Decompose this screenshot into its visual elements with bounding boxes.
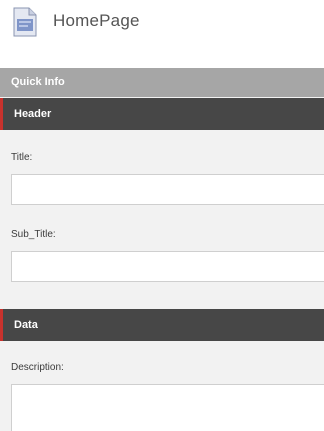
item-titlebar: HomePage xyxy=(0,0,324,46)
title-input[interactable] xyxy=(11,174,324,205)
section-header-data[interactable]: Data xyxy=(0,309,324,341)
content-editor-page: HomePage Quick Info Header Title: Sub_Ti… xyxy=(0,0,324,431)
sub-title-input[interactable] xyxy=(11,251,324,282)
description-field-label: Description: xyxy=(11,362,64,373)
quick-info-section[interactable]: Quick Info xyxy=(0,68,324,97)
item-title: HomePage xyxy=(53,11,140,30)
section-header-header[interactable]: Header xyxy=(0,98,324,130)
document-page-icon xyxy=(12,7,38,37)
title-field-label: Title: xyxy=(11,152,33,163)
sub-title-field-label: Sub_Title: xyxy=(11,229,56,240)
description-textarea[interactable] xyxy=(11,384,324,431)
